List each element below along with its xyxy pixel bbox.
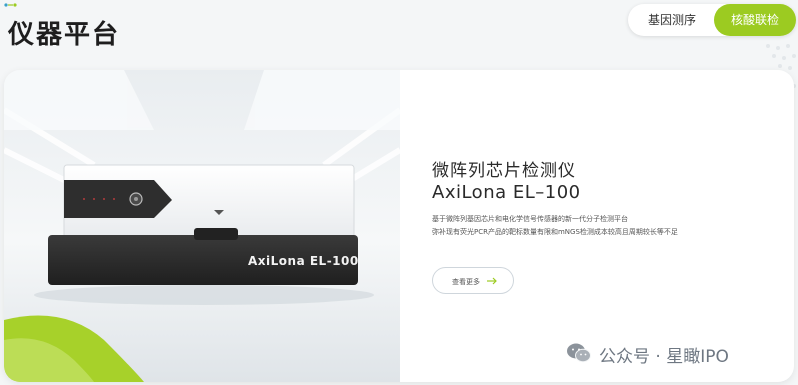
wechat-icon [567,343,591,363]
tab-gene-sequencing[interactable]: 基因测序 [632,4,712,36]
brand-dots-icon [4,3,17,7]
product-model: AxiLona EL–100 [432,182,581,203]
product-card: AxiLona EL-100 微阵列芯片检测仪 AxiLona EL–100 基… [4,70,794,382]
view-more-button[interactable]: 查看更多 [432,267,514,294]
arrow-right-icon [487,277,497,285]
product-title: 微阵列芯片检测仪 [432,161,576,181]
page-title: 仪器平台 [8,20,121,50]
device-illustration [4,70,400,382]
product-description-line-1: 基于微阵列基因芯片和电化学信号传感器的新一代分子检测平台 [432,215,628,223]
product-description-line-2: 弥补现有荧光PCR产品的靶标数量有限和mNGS检测成本较高且周期较长等不足 [432,228,678,236]
view-more-label: 查看更多 [452,278,480,286]
device-model-label: AxiLona EL-100 [248,254,359,268]
tab-nucleic-acid-test[interactable]: 核酸联检 [714,4,796,36]
platform-tabs: 基因测序 核酸联检 [628,4,796,36]
watermark-text: 公众号 · 星瞰IPO [599,347,729,367]
product-image: AxiLona EL-100 [4,70,400,382]
